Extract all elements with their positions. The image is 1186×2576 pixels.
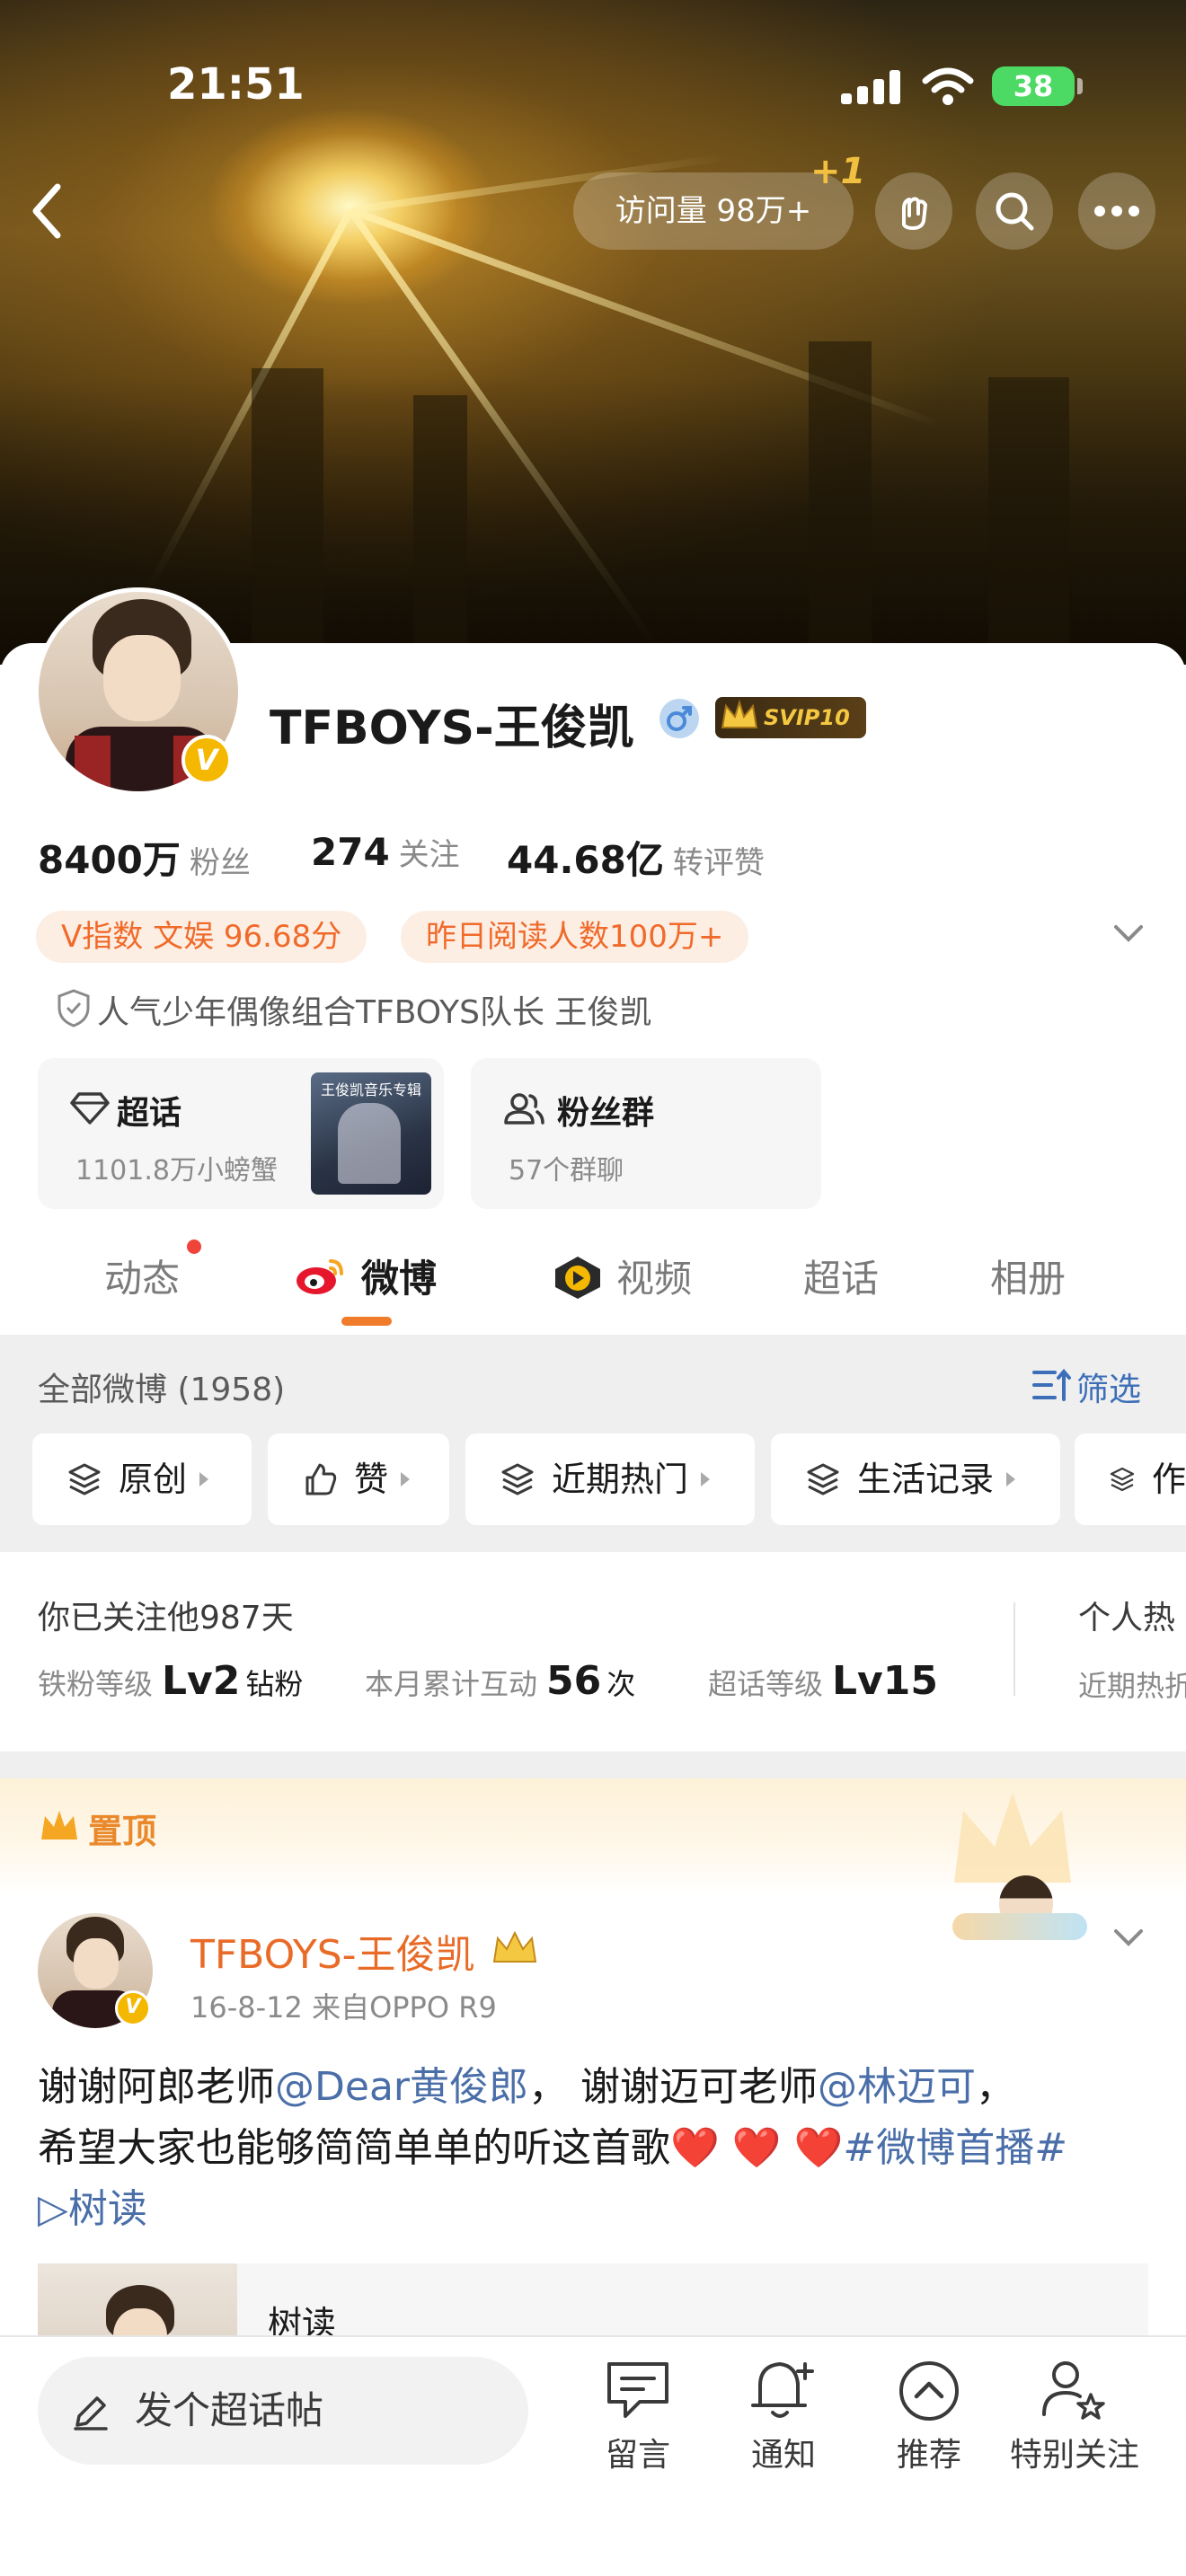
avatar[interactable]: V <box>34 587 243 796</box>
building <box>988 377 1069 665</box>
building <box>413 395 467 665</box>
recommend-up-icon <box>899 2361 959 2421</box>
male-icon <box>659 699 699 738</box>
fan-group-title: 粉丝群 <box>557 1095 655 1132</box>
divider <box>1013 1602 1015 1696</box>
action-notify[interactable]: 通知 <box>712 2429 855 2475</box>
expand-chevron-icon[interactable] <box>1111 923 1146 945</box>
new-dot <box>187 1239 201 1254</box>
wifi-icon <box>922 67 974 105</box>
weibo-logo-icon <box>296 1259 343 1294</box>
tab-album[interactable]: 相册 <box>990 1248 1066 1303</box>
music-link[interactable]: ▷树读 <box>38 2186 147 2232</box>
reads-tag[interactable]: 昨日阅读人数100万+ <box>401 911 749 963</box>
group-icon <box>504 1093 544 1125</box>
tab-video[interactable]: 视频 <box>616 1248 692 1303</box>
stat-following[interactable]: 274 关注 <box>311 830 460 874</box>
fan-level[interactable]: 铁粉等级 Lv2 钻粉 <box>38 1658 303 1704</box>
mascot-base <box>952 1913 1087 1940</box>
supertopic-title: 超话 <box>117 1095 182 1132</box>
hand-heart-icon <box>902 197 927 230</box>
layers-icon <box>68 1463 101 1495</box>
follow-days: 你已关注他987天 <box>38 1600 294 1636</box>
post-verified-icon: V <box>115 1990 151 2026</box>
shield-icon <box>58 989 90 1028</box>
like-hand-button[interactable] <box>875 172 952 250</box>
monthly-interactions[interactable]: 本月累计互动 56 次 <box>365 1658 635 1704</box>
back-button[interactable] <box>25 180 70 243</box>
thumbs-up-icon <box>305 1463 337 1495</box>
chip-liked[interactable]: 赞 <box>268 1434 449 1525</box>
layers-icon <box>807 1463 839 1495</box>
mention-link[interactable]: @Dear黄俊郎 <box>275 2064 528 2110</box>
search-button[interactable] <box>976 172 1053 250</box>
building <box>252 368 323 665</box>
pinned-label: 置顶 <box>88 1812 157 1851</box>
supertopic-level[interactable]: 超话等级 Lv15 <box>708 1658 938 1704</box>
video-icon <box>555 1257 600 1299</box>
v-index-tag[interactable]: V指数 文娱 96.68分 <box>36 911 367 963</box>
stat-interactions[interactable]: 44.68亿 转评赞 <box>507 830 765 885</box>
chip-original[interactable]: 原创 <box>32 1434 252 1525</box>
tab-weibo[interactable]: 微博 <box>361 1248 437 1303</box>
profile-intro: 人气少年偶像组合TFBOYS队长 王俊凯 <box>97 994 652 1031</box>
visits-plus-one: +1 <box>810 151 866 192</box>
crown-icon <box>721 699 758 728</box>
profile-name: TFBOYS-王俊凯 <box>270 701 634 755</box>
post-text: 谢谢阿郎老师@Dear黄俊郎， 谢谢迈可老师@林迈可， 希望大家也能够简简单单的… <box>38 2064 1068 2232</box>
bell-plus-icon <box>751 2362 814 2418</box>
fan-group-tile[interactable]: 粉丝群 57个群聊 <box>471 1058 821 1209</box>
album-cover: 王俊凯音乐专辑 <box>311 1072 431 1195</box>
personal-hot[interactable]: 个人热 <box>1078 1592 1175 1638</box>
diamond-icon <box>70 1092 110 1125</box>
hashtag-link[interactable]: #微博首播# <box>843 2125 1067 2171</box>
chip-trending[interactable]: 近期热门 <box>465 1434 755 1525</box>
more-dots-icon <box>1094 206 1139 216</box>
tab-indicator <box>341 1317 392 1326</box>
status-time: 21:51 <box>167 59 305 110</box>
section-separator <box>0 1751 1186 1778</box>
chip-life[interactable]: 生活记录 <box>771 1434 1060 1525</box>
search-icon <box>996 192 1034 231</box>
action-comment[interactable]: 留言 <box>566 2429 710 2475</box>
filter-icon <box>1032 1368 1071 1401</box>
mention-link[interactable]: @林迈可 <box>818 2064 976 2110</box>
battery-icon: 38 <box>992 66 1075 106</box>
tab-supertopic[interactable]: 超话 <box>803 1248 879 1303</box>
pinned-crown-icon <box>41 1811 77 1839</box>
action-recommend[interactable]: 推荐 <box>857 2429 1001 2475</box>
supertopic-tile[interactable]: 超话 1101.8万小螃蟹 王俊凯音乐专辑 <box>38 1058 444 1209</box>
post-menu-chevron-icon[interactable] <box>1111 1928 1146 1949</box>
author-crown-icon <box>492 1930 537 1963</box>
comment-icon <box>607 2362 668 2418</box>
action-special-follow[interactable]: 特别关注 <box>1003 2429 1146 2475</box>
all-weibo-count: 全部微博 (1958) <box>38 1372 286 1408</box>
post-author[interactable]: TFBOYS-王俊凯 <box>190 1922 475 1980</box>
special-follow-icon <box>1042 2361 1105 2420</box>
verified-badge-icon: V <box>181 735 232 785</box>
post-meta: 16-8-12 来自OPPO R9 <box>190 1990 497 2025</box>
stat-fans[interactable]: 8400万 粉丝 <box>38 830 251 885</box>
battery-cap <box>1077 78 1083 94</box>
layers-icon <box>1110 1467 1135 1492</box>
layers-icon <box>501 1463 534 1495</box>
filter-button[interactable]: 筛选 <box>1076 1363 1141 1410</box>
recent-hot[interactable]: 近期热折 <box>1078 1663 1186 1705</box>
chip-works[interactable]: 作 <box>1075 1434 1186 1525</box>
supertopic-sub: 1101.8万小螃蟹 <box>75 1155 278 1187</box>
tab-feed[interactable]: 动态 <box>104 1248 180 1303</box>
more-button[interactable] <box>1078 172 1155 250</box>
fan-group-sub: 57个群聊 <box>509 1155 624 1187</box>
signal-icon <box>841 70 902 104</box>
pencil-icon <box>74 2396 108 2430</box>
building <box>809 341 872 665</box>
heart-emoji: ❤️ ❤️ ❤️ <box>670 2125 844 2171</box>
